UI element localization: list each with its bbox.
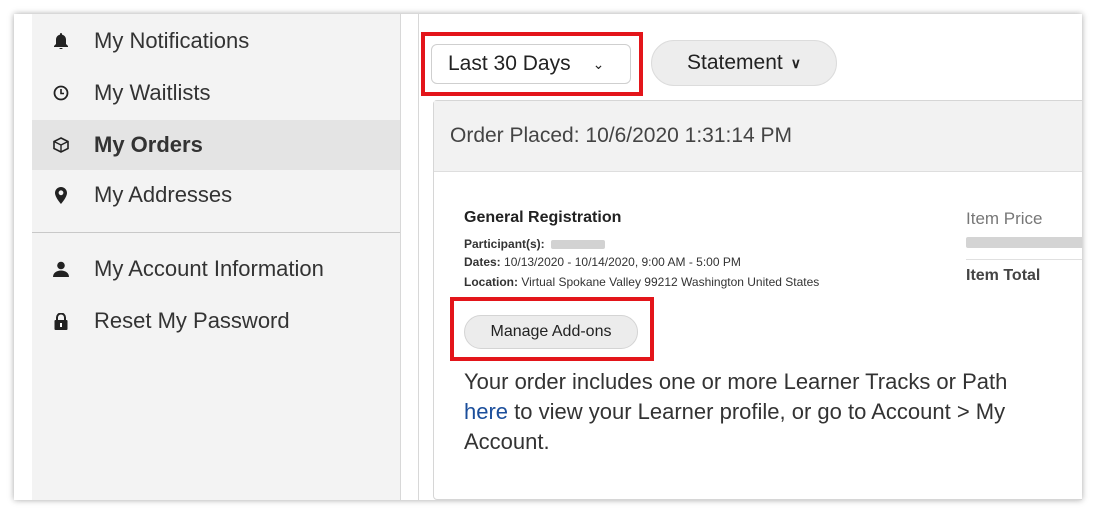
item-total-label: Item Total — [966, 267, 1041, 284]
sidebar-item-addresses[interactable]: My Addresses — [32, 170, 400, 220]
dates-line: Dates: 10/13/2020 - 10/14/2020, 9:00 AM … — [464, 255, 741, 269]
sidebar-item-account-information[interactable]: My Account Information — [32, 244, 400, 294]
statement-button[interactable]: Statement ∨ — [651, 40, 837, 86]
clock-icon — [52, 84, 70, 102]
order-header: Order Placed: 10/6/2020 1:31:14 PM — [434, 101, 1082, 172]
screenshot-frame: My Notifications My Waitlists My Orders … — [14, 14, 1082, 500]
sidebar-item-label: My Account Information — [94, 256, 324, 281]
date-range-select[interactable]: Last 30 Days ⌄ — [431, 44, 631, 84]
bell-icon — [52, 32, 70, 50]
sidebar-item-label: Reset My Password — [94, 308, 290, 333]
redacted-price — [966, 237, 1082, 248]
statement-label: Statement — [687, 51, 783, 74]
order-placed-text: Order Placed: 10/6/2020 1:31:14 PM — [450, 124, 793, 147]
order-card: Order Placed: 10/6/2020 1:31:14 PM Gener… — [433, 100, 1082, 500]
price-divider — [966, 259, 1082, 260]
orders-panel: Last 30 Days ⌄ Statement ∨ Order Placed:… — [418, 14, 1082, 500]
participants-line: Participant(s): — [464, 237, 605, 251]
chevron-down-icon: ⌄ — [592, 55, 605, 72]
location-pin-icon — [52, 186, 70, 204]
account-sidebar: My Notifications My Waitlists My Orders … — [32, 14, 401, 500]
participants-label: Participant(s): — [464, 237, 545, 251]
sidebar-item-waitlists[interactable]: My Waitlists — [32, 68, 400, 118]
learner-track-note: Your order includes one or more Learner … — [464, 367, 1082, 457]
note-line-3: Account. — [464, 429, 550, 454]
sidebar-item-notifications[interactable]: My Notifications — [32, 16, 400, 66]
sidebar-item-label: My Orders — [94, 132, 203, 157]
user-icon — [52, 260, 70, 278]
location-value: Virtual Spokane Valley 99212 Washington … — [521, 275, 820, 289]
sidebar-item-orders[interactable]: My Orders — [32, 120, 400, 170]
learner-profile-link[interactable]: here — [464, 399, 508, 424]
sidebar-item-label: My Waitlists — [94, 80, 211, 105]
item-price-label: Item Price — [966, 209, 1043, 228]
box-icon — [52, 136, 70, 154]
chevron-down-icon: ∨ — [790, 54, 801, 71]
note-line-2-text: to view your Learner profile, or go to A… — [508, 399, 1006, 424]
item-name: General Registration — [464, 209, 622, 226]
date-range-value: Last 30 Days — [448, 52, 571, 75]
sidebar-divider — [32, 232, 400, 233]
redacted-participant — [550, 240, 605, 250]
dates-label: Dates: — [464, 255, 501, 269]
location-line: Location: Virtual Spokane Valley 99212 W… — [464, 275, 819, 289]
note-line-2: here to view your Learner profile, or go… — [464, 397, 1082, 427]
dates-value: 10/13/2020 - 10/14/2020, 9:00 AM - 5:00 … — [504, 255, 741, 269]
location-label: Location: — [464, 275, 518, 289]
sidebar-item-label: My Notifications — [94, 28, 250, 53]
lock-icon — [52, 312, 70, 330]
sidebar-item-label: My Addresses — [94, 182, 233, 207]
note-line-1: Your order includes one or more Learner … — [464, 369, 1008, 394]
sidebar-item-reset-password[interactable]: Reset My Password — [32, 296, 400, 346]
manage-addons-button[interactable]: Manage Add-ons — [464, 315, 638, 349]
